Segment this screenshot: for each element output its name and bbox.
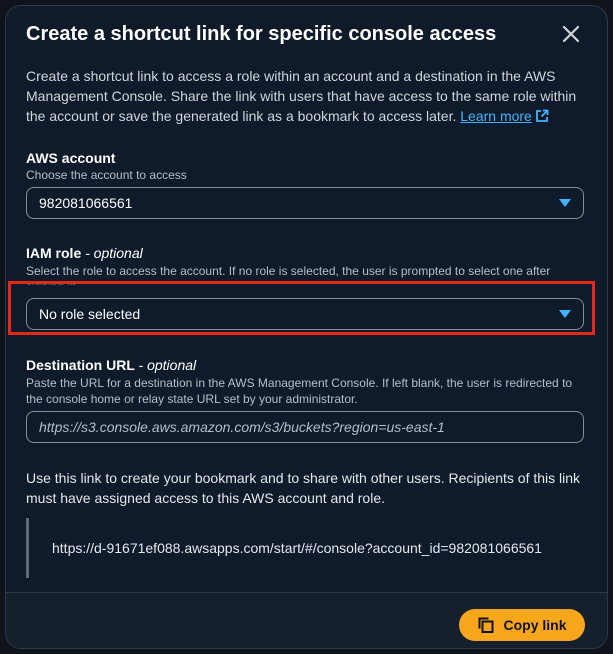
close-button[interactable] xyxy=(557,20,585,48)
iam-role-label: IAM role - optional xyxy=(26,244,143,262)
destination-url-hint: Paste the URL for a destination in the A… xyxy=(26,376,573,406)
aws-account-hint: Choose the account to access xyxy=(26,168,187,182)
destination-url-label: Destination URL - optional xyxy=(26,356,196,374)
learn-more-link[interactable]: Learn more xyxy=(460,108,549,124)
aws-account-select[interactable]: 982081066561 xyxy=(26,187,584,219)
shortcut-link-modal: Create a shortcut link for specific cons… xyxy=(5,5,608,649)
generated-link-box: https://d-91671ef088.awsapps.com/start/#… xyxy=(26,518,586,578)
modal-footer: Copy link xyxy=(6,592,607,648)
caret-down-icon xyxy=(559,199,571,207)
generated-link: https://d-91671ef088.awsapps.com/start/#… xyxy=(52,540,542,556)
copy-link-button[interactable]: Copy link xyxy=(459,609,585,641)
modal-title: Create a shortcut link for specific cons… xyxy=(26,23,497,45)
aws-account-label: AWS account xyxy=(26,149,115,167)
iam-role-value: No role selected xyxy=(39,306,141,322)
caret-down-icon xyxy=(559,310,571,318)
close-icon xyxy=(562,25,580,43)
iam-role-optional: - optional xyxy=(85,245,143,261)
copy-icon xyxy=(478,617,494,633)
modal-description: Create a shortcut link to access a role … xyxy=(26,66,591,126)
copy-link-label: Copy link xyxy=(503,617,567,633)
iam-role-label-text: IAM role xyxy=(26,245,82,261)
iam-role-select[interactable]: No role selected xyxy=(26,298,584,330)
destination-url-input[interactable] xyxy=(26,411,584,443)
aws-account-label-text: AWS account xyxy=(26,150,116,166)
share-info-text: Use this link to create your bookmark an… xyxy=(26,470,581,506)
destination-url-label-text: Destination URL xyxy=(26,357,135,373)
learn-more-label: Learn more xyxy=(460,108,532,124)
iam-role-hint: Select the role to access the account. I… xyxy=(26,264,551,285)
external-link-icon xyxy=(535,109,549,122)
aws-account-value: 982081066561 xyxy=(39,195,133,211)
destination-url-optional: - optional xyxy=(138,357,197,373)
